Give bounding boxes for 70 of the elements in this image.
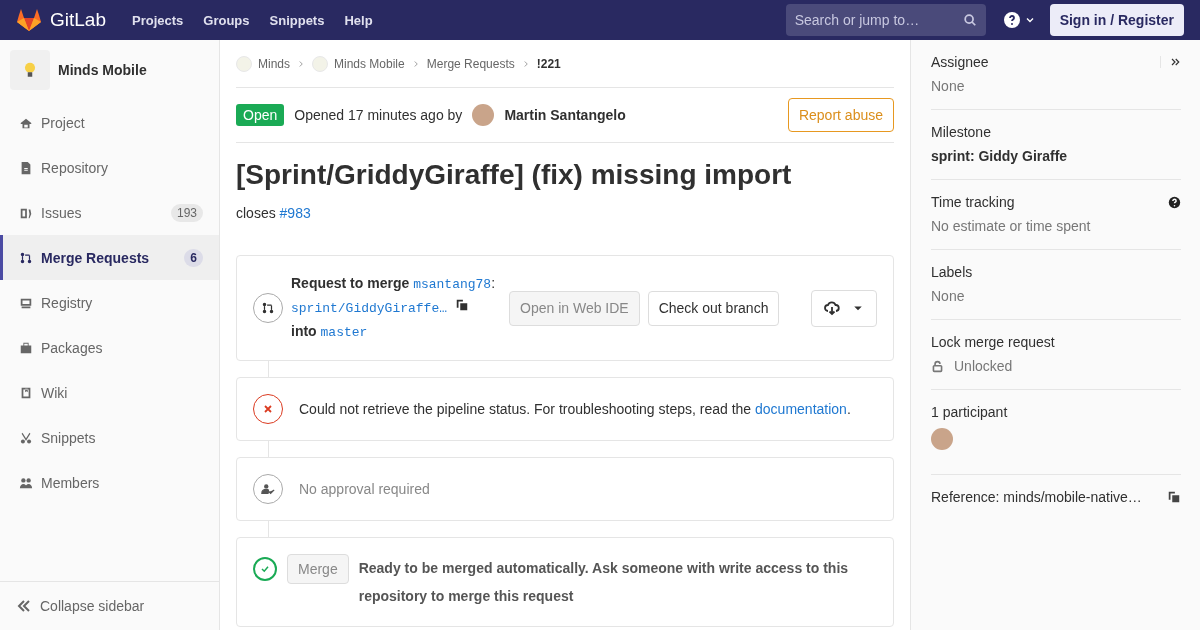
author-avatar bbox=[472, 104, 495, 126]
merge-request-icon bbox=[19, 250, 33, 265]
sidebar-label: Assignee bbox=[931, 54, 989, 70]
opened-text: Opened 17 minutes ago by bbox=[294, 107, 463, 123]
close-icon bbox=[262, 403, 274, 415]
sidebar-item[interactable]: Packages bbox=[0, 325, 219, 370]
package-icon bbox=[19, 340, 33, 355]
double-chevron-left-icon bbox=[16, 598, 32, 614]
sidebar-label: Reference: minds/mobile-native… bbox=[931, 489, 1142, 505]
search-field[interactable]: Search or jump to… bbox=[785, 4, 986, 36]
nav-link[interactable]: Projects bbox=[132, 12, 184, 28]
document-icon bbox=[19, 160, 33, 175]
copy-icon bbox=[1167, 490, 1181, 504]
branch-icon bbox=[261, 301, 275, 315]
sidebar-item[interactable]: Project bbox=[0, 100, 219, 145]
sidebar-label: Labels bbox=[931, 264, 973, 280]
description-text: closes #983 bbox=[236, 205, 312, 221]
pipeline-message: Could not retrieve the pipeline status. For troubleshooting steps, read the documentation. bbox=[299, 401, 851, 417]
sidebar-value: sprint: Giddy Giraffe bbox=[931, 148, 1069, 164]
count-badge: 193 bbox=[170, 203, 203, 222]
sidebar-label: Time tracking bbox=[931, 194, 1015, 210]
download-dropdown-button[interactable] bbox=[811, 289, 877, 327]
nav-link[interactable]: Groups bbox=[203, 12, 250, 28]
issue-link[interactable]: #983 bbox=[279, 205, 311, 221]
book-icon bbox=[19, 385, 33, 400]
breadcrumb-link[interactable]: !221 bbox=[536, 56, 561, 71]
sidebar-item[interactable]: Issues 193 bbox=[0, 190, 219, 235]
help-icon bbox=[1003, 12, 1020, 28]
sidebar-item[interactable]: Wiki bbox=[0, 370, 219, 415]
merge-source-text: Request to merge msantang78: sprint/GiddyGiraffe… into master bbox=[291, 274, 497, 342]
check-icon bbox=[259, 563, 271, 575]
sidebar-value: No estimate or time spent bbox=[931, 218, 1092, 234]
collapse-sidebar-button[interactable]: Collapse sidebar bbox=[0, 581, 219, 630]
double-chevron-right-icon bbox=[1169, 56, 1181, 68]
nav-link[interactable]: Help bbox=[344, 12, 373, 28]
sidebar-value: None bbox=[931, 78, 966, 94]
count-badge: 6 bbox=[184, 248, 203, 267]
sidebar-value: Unlocked bbox=[954, 358, 1013, 374]
checkout-branch-button[interactable]: Check out branch bbox=[647, 290, 780, 326]
sidebar-label: 1 participant bbox=[931, 404, 1009, 420]
status-badge: Open bbox=[236, 104, 285, 126]
author-link[interactable]: Martin Santangelo bbox=[504, 107, 626, 123]
scissors-icon bbox=[19, 430, 33, 445]
breadcrumb-link[interactable]: Minds Mobile bbox=[334, 56, 405, 71]
project-name[interactable]: Minds Mobile bbox=[58, 62, 147, 78]
sidebar-item[interactable]: Merge Requests 6 bbox=[0, 235, 219, 280]
help-icon bbox=[1168, 195, 1181, 209]
sidebar-item[interactable]: Repository bbox=[0, 145, 219, 190]
sidebar-item[interactable]: Snippets bbox=[0, 415, 219, 460]
sidebar-value: None bbox=[931, 288, 966, 304]
breadcrumb-link[interactable]: Minds bbox=[258, 56, 290, 71]
sign-in-button[interactable]: Sign in / Register bbox=[1049, 4, 1184, 36]
search-icon bbox=[962, 13, 977, 27]
sidebar-label: Milestone bbox=[931, 124, 991, 140]
fox-logo-icon bbox=[16, 8, 42, 32]
copy-icon bbox=[454, 298, 469, 312]
documentation-link[interactable]: documentation bbox=[755, 401, 847, 417]
sidebar-label: Lock merge request bbox=[931, 334, 1056, 350]
users-icon bbox=[19, 475, 33, 490]
breadcrumb-link[interactable]: Merge Requests bbox=[426, 56, 515, 71]
merge-request-title: [Sprint/GriddyGiraffe] (fix) missing import bbox=[236, 159, 793, 191]
approval-text: No approval required bbox=[299, 481, 430, 497]
cloud-download-icon bbox=[824, 300, 840, 316]
unlocked-lock-icon bbox=[931, 359, 944, 373]
merge-status-text: Ready to be merged automatically. Ask someone with write access to this repository to merge this request bbox=[358, 559, 850, 606]
user-check-icon bbox=[261, 482, 275, 496]
nav-link[interactable]: Snippets bbox=[269, 12, 325, 28]
sidebar-item[interactable]: Members bbox=[0, 460, 219, 505]
sidebar-item[interactable]: Registry bbox=[0, 280, 219, 325]
logo-text[interactable]: GitLab bbox=[50, 9, 106, 31]
